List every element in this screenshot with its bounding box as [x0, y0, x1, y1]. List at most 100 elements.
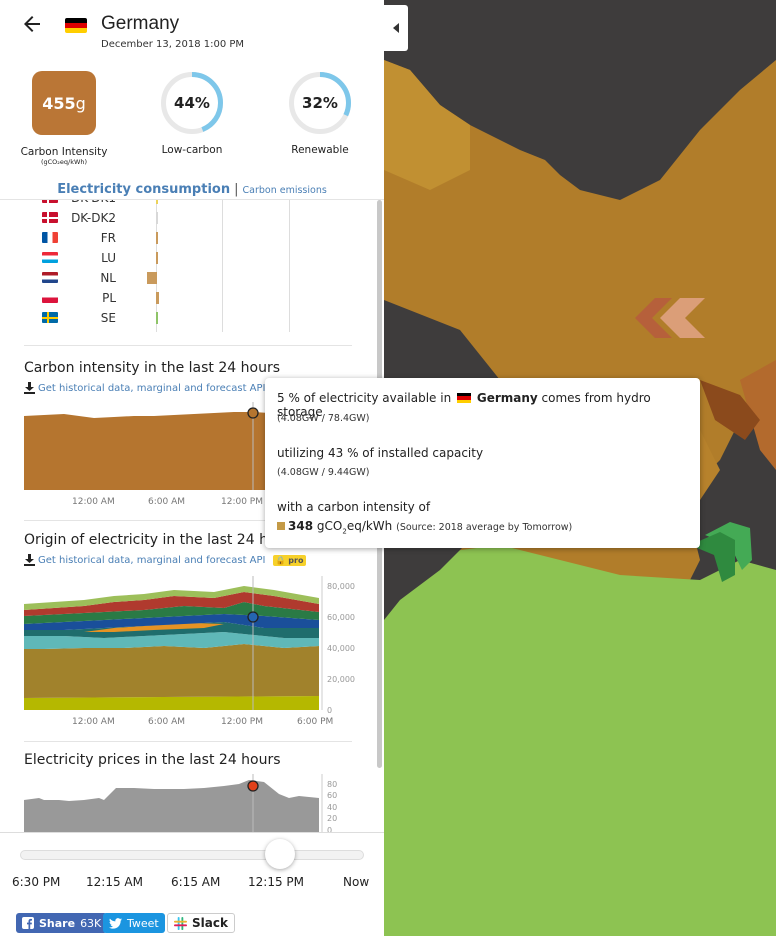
tab-separator: | [234, 182, 239, 197]
origin-y-tick: 80,000 [327, 582, 355, 591]
slack-icon [174, 916, 187, 930]
country-bar-row[interactable]: FR [0, 228, 384, 248]
slack-label: Slack [192, 916, 228, 930]
country-code: PL [102, 291, 116, 305]
carbon-x-tick: 12:00 AM [72, 497, 115, 507]
tooltip-intensity-value-line: 348 gCO2eq/kWh (Source: 2018 average by … [277, 519, 572, 535]
cursor-point [247, 407, 259, 419]
germany-flag-icon [65, 18, 87, 33]
panel-header: Germany December 13, 2018 1:00 PM 455 g C… [0, 0, 384, 200]
production-tooltip: 5 % of electricity available in Germany … [265, 378, 700, 548]
exchange-bar [156, 232, 158, 244]
carbon-x-tick: 6:00 AM [148, 497, 185, 507]
facebook-share-count: 63K [80, 916, 102, 930]
origin-chart-title: Origin of electricity in the last 24 hou… [24, 532, 299, 548]
facebook-share-button[interactable]: Share 63K [16, 913, 108, 933]
origin-electricity-chart[interactable] [24, 576, 354, 714]
country-bar-row[interactable]: NL [0, 268, 384, 288]
carbon-api-link[interactable]: Get historical data, marginal and foreca… [24, 382, 266, 394]
tooltip-ci-unit-post: eq/kWh [346, 519, 393, 533]
carbon-api-link-text: Get historical data, marginal and foreca… [38, 382, 266, 394]
collapse-panel-button[interactable] [384, 5, 408, 51]
tooltip-country: Germany [476, 391, 538, 405]
country-code: SE [100, 311, 116, 325]
country-flag-icon [42, 272, 58, 283]
renewable-value: 32% [302, 94, 338, 112]
tooltip-ci-unit: gCO [316, 519, 343, 533]
country-flag-icon [42, 292, 58, 303]
facebook-icon [22, 917, 34, 929]
pro-badge-label: pro [288, 555, 304, 565]
origin-y-tick: 0 [327, 706, 333, 715]
tab-electricity-consumption[interactable]: Electricity consumption [57, 182, 230, 197]
mode-tabs: Electricity consumption | Carbon emissions [0, 182, 384, 197]
download-icon [24, 554, 35, 566]
twitter-icon [109, 917, 122, 929]
caret-left-icon [393, 23, 399, 33]
origin-y-tick: 20,000 [327, 675, 355, 684]
country-bar-row[interactable]: SE [0, 308, 384, 328]
carbon-intensity-label: Carbon Intensity [20, 146, 108, 158]
price-y-tick: 40 [327, 803, 338, 812]
facebook-share-label: Share [39, 916, 76, 930]
carbon-intensity-badge: 455 g [32, 71, 96, 135]
low-carbon-label: Low-carbon [161, 144, 223, 156]
carbon-intensity-unit-label: (gCO₂eq/kWh) [40, 158, 88, 166]
price-y-tick: 20 [327, 814, 338, 823]
tooltip-source: (Source: 2018 average by Tomorrow) [396, 522, 573, 533]
country-code: NL [100, 271, 116, 285]
origin-x-tick: 6:00 PM [297, 717, 334, 727]
country-bar-row[interactable]: LU [0, 248, 384, 268]
low-carbon-gauge: 44% [160, 71, 224, 135]
slider-label: 6:15 AM [171, 875, 221, 889]
download-icon [24, 382, 35, 394]
electricity-price-chart[interactable] [24, 774, 354, 834]
origin-x-tick: 6:00 AM [148, 717, 185, 727]
country-flag-icon [42, 252, 58, 263]
back-arrow-icon[interactable] [20, 12, 44, 36]
country-bar-row[interactable]: PL [0, 288, 384, 308]
section-divider [24, 741, 352, 742]
tooltip-share-text: 5 % of electricity available in [277, 391, 452, 405]
origin-api-link[interactable]: Get historical data, marginal and foreca… [24, 554, 307, 566]
origin-y-tick: 60,000 [327, 613, 355, 622]
country-code: LU [101, 251, 116, 265]
country-name: Germany [101, 13, 180, 34]
slider-label: 12:15 AM [86, 875, 143, 889]
tooltip-capacity-line: utilizing 43 % of installed capacity [277, 446, 484, 460]
country-flag-icon [42, 232, 58, 243]
slack-button[interactable]: Slack [167, 913, 235, 933]
time-slider-thumb[interactable] [265, 839, 295, 869]
tweet-label: Tweet [127, 916, 159, 930]
exchange-bar [156, 212, 158, 224]
slider-label: Now [343, 875, 370, 889]
germany-flag-icon [457, 393, 472, 403]
slider-label: 12:15 PM [248, 875, 304, 889]
price-y-tick: 80 [327, 780, 338, 789]
slider-label: 6:30 PM [12, 875, 61, 889]
price-y-tick: 60 [327, 791, 338, 800]
country-flag-icon [42, 312, 58, 323]
origin-x-tick: 12:00 PM [221, 717, 263, 727]
panel-footer: 6:30 PM 12:15 AM 6:15 AM 12:15 PM Now Sh… [0, 832, 384, 936]
tweet-button[interactable]: Tweet [103, 913, 165, 933]
carbon-x-tick: 12:00 PM [221, 497, 263, 507]
price-chart-title: Electricity prices in the last 24 hours [24, 752, 281, 768]
carbon-chart-title: Carbon intensity in the last 24 hours [24, 360, 280, 376]
low-carbon-value: 44% [174, 94, 210, 112]
exchange-bar [156, 252, 158, 264]
tab-carbon-emissions[interactable]: Carbon emissions [243, 185, 327, 196]
time-slider-track[interactable] [20, 850, 364, 860]
tooltip-share-detail: (4.08GW / 78.4GW) [277, 413, 370, 424]
carbon-intensity-unit: g [75, 93, 86, 113]
tooltip-capacity-detail: (4.08GW / 9.44GW) [277, 467, 370, 478]
cursor-point [247, 780, 259, 792]
country-flag-icon [42, 212, 58, 223]
country-bar-row[interactable]: DK-DK2 [0, 208, 384, 228]
cursor-point [247, 611, 259, 623]
origin-y-tick: 40,000 [327, 644, 355, 653]
exchange-bar [147, 272, 157, 284]
intensity-color-swatch [277, 522, 285, 530]
pro-badge: 🔒 pro [272, 554, 307, 566]
renewable-gauge: 32% [288, 71, 352, 135]
